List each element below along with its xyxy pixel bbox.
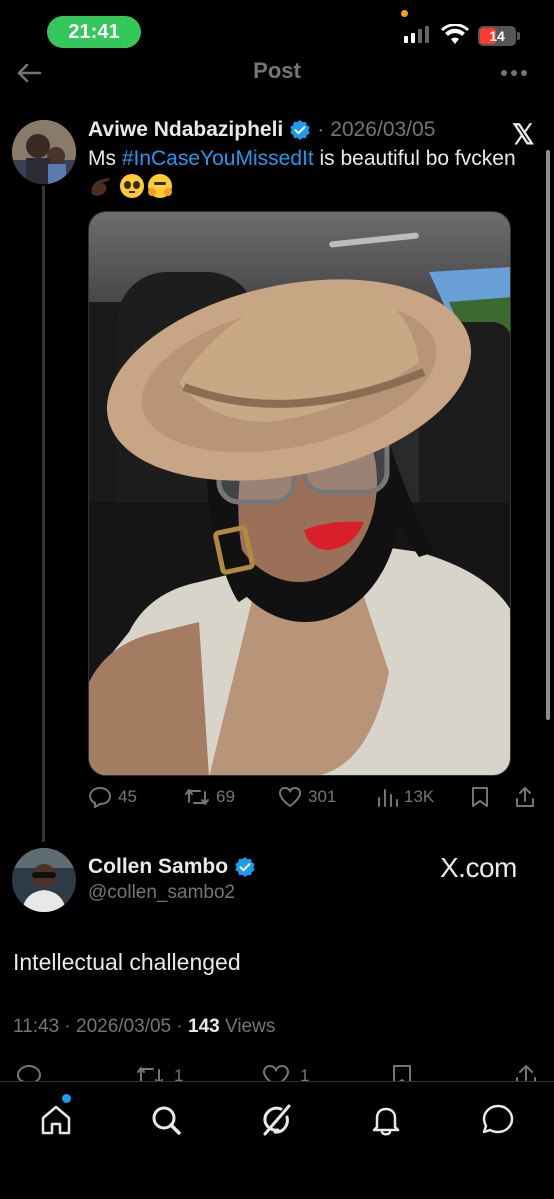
share-icon bbox=[516, 1065, 536, 1082]
avatar-photo bbox=[12, 120, 76, 184]
repost-count: 1 bbox=[174, 1066, 184, 1082]
more-dots-icon bbox=[501, 70, 527, 76]
avatar-photo bbox=[12, 848, 76, 912]
reply-count: 45 bbox=[118, 787, 137, 806]
like-button[interactable]: 1 bbox=[262, 1064, 309, 1082]
post-date: 2026/03/05 bbox=[76, 1016, 172, 1037]
bookmark-button[interactable] bbox=[391, 1064, 413, 1082]
avatar[interactable] bbox=[12, 848, 76, 912]
quoted-author-row: Aviwe Ndabazipheli · 2026/03/05 bbox=[88, 118, 435, 142]
views-count: 13K bbox=[404, 787, 435, 806]
like-count: 301 bbox=[308, 787, 337, 806]
pleading-face-emoji bbox=[120, 174, 144, 198]
main-author-row: Collen Sambo bbox=[88, 855, 256, 879]
repost-icon bbox=[137, 1067, 163, 1082]
hashtag-link[interactable]: #InCaseYouMissedIt bbox=[122, 147, 314, 170]
nav-grok[interactable] bbox=[254, 1098, 298, 1142]
selfie-photo bbox=[89, 212, 510, 775]
main-post-text: Intellectual challenged bbox=[13, 949, 241, 975]
page-title: Post bbox=[253, 58, 301, 83]
separator: · bbox=[317, 118, 325, 141]
like-button[interactable]: 301 bbox=[278, 786, 336, 808]
quoted-post-text: Ms #InCaseYouMissedIt is beautiful bo fv… bbox=[88, 146, 538, 172]
share-button[interactable] bbox=[514, 786, 536, 808]
repost-button[interactable]: 1 bbox=[136, 1064, 183, 1082]
repost-count: 69 bbox=[216, 787, 235, 806]
search-icon bbox=[152, 1106, 181, 1135]
privacy-indicator-dot bbox=[401, 10, 408, 17]
bottom-navigation bbox=[0, 1081, 554, 1199]
post-meta: 11:43 · 2026/03/05 · 143 Views bbox=[13, 1016, 275, 1038]
views-button[interactable]: 13K bbox=[376, 786, 434, 808]
views-label: Views bbox=[225, 1016, 276, 1037]
post-date[interactable]: 2026/03/05 bbox=[330, 118, 435, 142]
home-icon bbox=[41, 1105, 71, 1135]
more-button[interactable] bbox=[494, 56, 534, 90]
reply-button[interactable]: 45 bbox=[88, 786, 137, 808]
repost-icon bbox=[185, 789, 209, 805]
share-button[interactable] bbox=[514, 1064, 538, 1082]
home-notification-dot bbox=[62, 1094, 71, 1103]
quoted-post-actions: 45 69 301 13K bbox=[88, 786, 540, 816]
notifications-icon bbox=[372, 1107, 400, 1136]
repost-button[interactable]: 69 bbox=[184, 786, 235, 808]
verified-badge-icon bbox=[290, 120, 310, 140]
scrollbar[interactable] bbox=[546, 150, 550, 720]
separator: · bbox=[176, 1016, 183, 1037]
nav-search[interactable] bbox=[144, 1098, 188, 1142]
nav-messages[interactable] bbox=[476, 1098, 520, 1142]
thread-connector-line bbox=[42, 186, 45, 842]
verified-badge-icon bbox=[235, 857, 255, 877]
signal-icon bbox=[404, 26, 429, 43]
bookmark-button[interactable] bbox=[470, 786, 490, 808]
xcom-watermark: X.com bbox=[440, 852, 517, 883]
status-time[interactable]: 21:41 bbox=[47, 16, 141, 48]
bookmark-icon bbox=[393, 1065, 411, 1082]
bookmark-icon bbox=[472, 787, 488, 807]
pinching-hand-emoji bbox=[91, 178, 110, 196]
grok-icon bbox=[263, 1104, 291, 1136]
reply-icon bbox=[88, 786, 112, 808]
wifi-icon bbox=[441, 24, 469, 44]
nav-home[interactable] bbox=[34, 1098, 78, 1142]
messages-icon bbox=[482, 1104, 514, 1134]
separator: · bbox=[64, 1016, 71, 1037]
author-name[interactable]: Collen Sambo bbox=[88, 855, 228, 879]
post-text-prefix: Ms bbox=[88, 147, 122, 170]
post-text-suffix: is beautiful bo fvcken bbox=[313, 147, 516, 170]
hugging-face-emoji bbox=[148, 174, 172, 198]
emoji-row bbox=[88, 174, 172, 198]
views-icon bbox=[378, 789, 398, 807]
share-icon bbox=[516, 787, 534, 807]
reply-button[interactable] bbox=[16, 1064, 42, 1082]
status-bar: 21:41 14 bbox=[0, 0, 554, 60]
reply-icon bbox=[16, 1064, 42, 1082]
battery-level: 14 bbox=[489, 28, 505, 44]
heart-icon bbox=[278, 786, 302, 808]
heart-icon bbox=[262, 1064, 290, 1082]
battery-icon: 14 bbox=[478, 26, 516, 46]
views-count[interactable]: 143 bbox=[188, 1016, 220, 1037]
nav-notifications[interactable] bbox=[364, 1098, 408, 1142]
avatar[interactable] bbox=[12, 120, 76, 184]
like-count: 1 bbox=[300, 1066, 310, 1082]
post-time: 11:43 bbox=[13, 1016, 60, 1037]
post-image[interactable] bbox=[88, 211, 511, 776]
post-header: Post bbox=[0, 52, 554, 92]
author-name[interactable]: Aviwe Ndabazipheli bbox=[88, 118, 283, 142]
main-post-actions: 1 1 bbox=[0, 1060, 554, 1082]
author-handle[interactable]: @collen_sambo2 bbox=[88, 882, 235, 904]
